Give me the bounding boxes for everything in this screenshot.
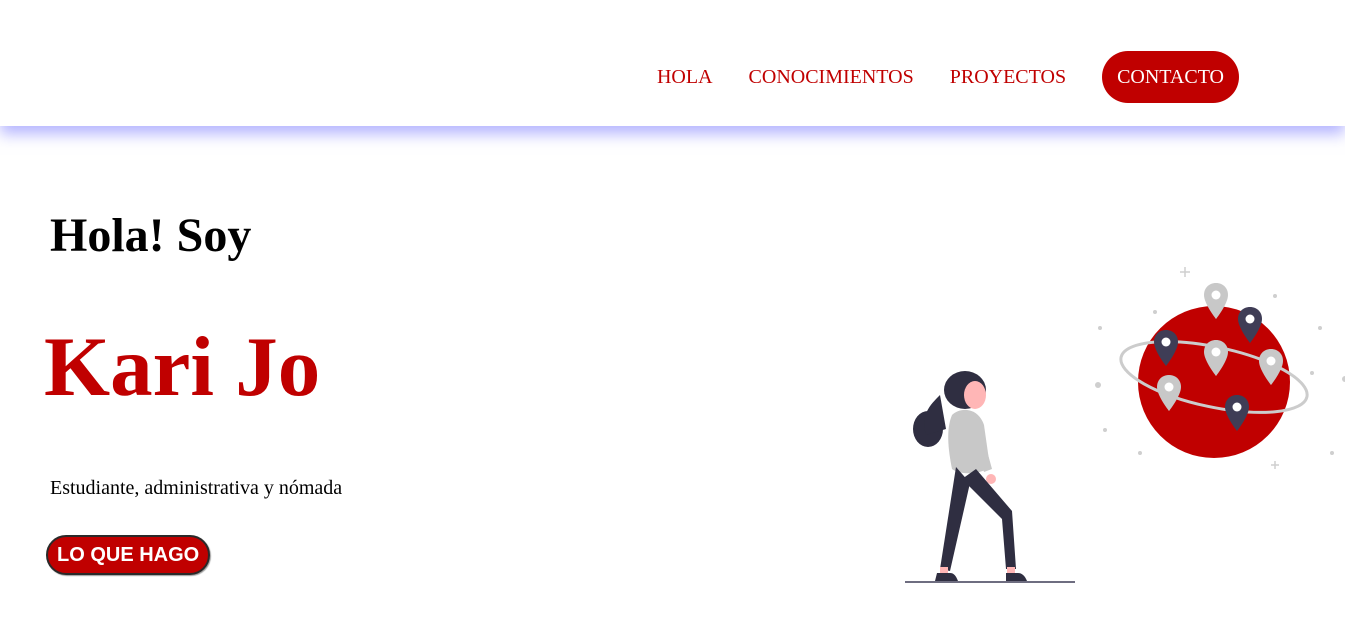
nav-link-hola[interactable]: HOLA (657, 66, 713, 89)
travel-illustration (905, 267, 1345, 583)
hero-greeting: Hola! Soy (50, 209, 252, 262)
hero-name: Kari Jo (44, 320, 321, 414)
what-i-do-button[interactable]: LO QUE HAGO (46, 535, 211, 575)
nav-link-conocimientos[interactable]: CONOCIMIENTOS (749, 66, 914, 89)
site-header: HOLA CONOCIMIENTOS PROYECTOS CONTACTO (0, 0, 1345, 126)
contact-button[interactable]: CONTACTO (1102, 51, 1239, 103)
globe-icon (1119, 306, 1309, 458)
woman-walking-icon (905, 371, 1075, 583)
hero-subtitle: Estudiante, administrativa y nómada (50, 477, 343, 499)
main-nav: HOLA CONOCIMIENTOS PROYECTOS CONTACTO (657, 51, 1239, 103)
nav-link-proyectos[interactable]: PROYECTOS (950, 66, 1066, 89)
